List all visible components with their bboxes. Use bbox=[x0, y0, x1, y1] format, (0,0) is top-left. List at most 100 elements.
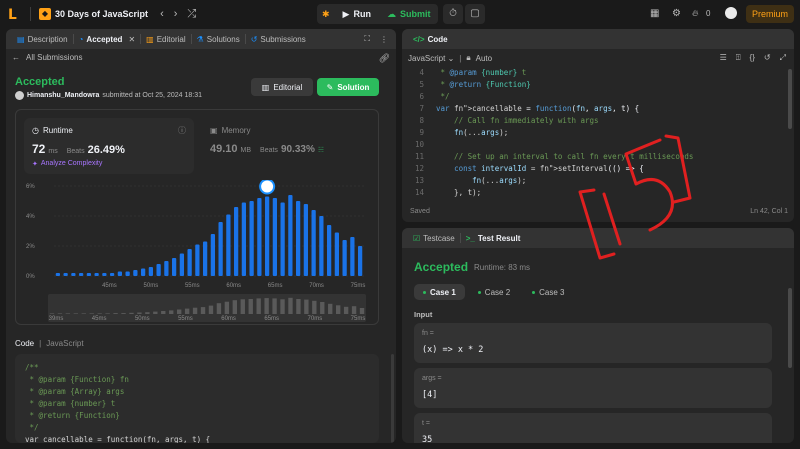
reset-icon[interactable]: ↺ bbox=[764, 53, 771, 63]
runtime-bar[interactable] bbox=[78, 273, 84, 276]
leetcode-logo-icon[interactable]: ᒪ bbox=[8, 6, 22, 22]
runtime-bar[interactable] bbox=[125, 271, 130, 277]
runtime-bar[interactable] bbox=[171, 258, 177, 276]
braces-icon[interactable]: {} bbox=[750, 53, 755, 63]
runtime-bar[interactable] bbox=[264, 196, 270, 277]
timer-icon[interactable]: ⏱ bbox=[443, 4, 463, 24]
runtime-bar[interactable] bbox=[334, 232, 340, 277]
notes-icon[interactable]: ▢ bbox=[465, 4, 485, 24]
submit-button[interactable]: ☁ Submit bbox=[379, 4, 439, 24]
runtime-bar[interactable] bbox=[148, 267, 154, 276]
runtime-bar[interactable] bbox=[257, 198, 262, 276]
user-avatar[interactable] bbox=[15, 91, 24, 100]
runtime-bar[interactable] bbox=[233, 207, 239, 276]
problem-list-title[interactable]: 30 Days of JavaScript bbox=[55, 9, 148, 19]
tab-test-result[interactable]: >_ Test Result bbox=[461, 228, 526, 248]
runtime-bar[interactable] bbox=[195, 244, 200, 277]
runtime-label: Runtime bbox=[42, 126, 73, 135]
layout-icon[interactable]: ▦ bbox=[650, 8, 659, 19]
bug-icon: ✱ bbox=[322, 8, 330, 19]
runtime-bar[interactable] bbox=[109, 273, 115, 276]
runtime-bar[interactable] bbox=[303, 204, 309, 276]
scrollbar[interactable] bbox=[391, 354, 394, 443]
case-tab-2[interactable]: Case 2 bbox=[469, 284, 519, 300]
runtime-range-slider[interactable]: 39ms 45ms 50ms 55ms 60ms 65ms 70ms 75ms bbox=[22, 294, 372, 322]
prev-problem-icon[interactable]: ‹ bbox=[160, 8, 164, 20]
format-icon[interactable]: ☰ bbox=[720, 53, 727, 63]
runtime-bar[interactable] bbox=[102, 273, 107, 276]
tab-code[interactable]: </> Code bbox=[408, 29, 453, 49]
info-icon[interactable]: ⓘ bbox=[178, 125, 186, 136]
runtime-bar[interactable] bbox=[326, 225, 332, 276]
tab-accepted[interactable]: ◔ Accepted ✕ bbox=[74, 29, 141, 49]
tab-testcase[interactable]: ☑ Testcase bbox=[408, 228, 460, 248]
runtime-bar[interactable] bbox=[94, 273, 99, 276]
bookmark-icon[interactable]: ⍐ bbox=[736, 53, 741, 63]
runtime-bar[interactable] bbox=[226, 214, 231, 277]
runtime-bar[interactable] bbox=[280, 202, 285, 277]
runtime-bar[interactable] bbox=[164, 261, 169, 276]
runtime-bar[interactable] bbox=[311, 210, 316, 276]
runtime-bar[interactable] bbox=[241, 202, 247, 277]
runtime-bar[interactable] bbox=[86, 273, 92, 276]
input-box-args[interactable]: args = [4] bbox=[414, 368, 772, 408]
streak-icon[interactable]: 🔥︎ bbox=[692, 8, 699, 19]
share-link-icon[interactable]: 🔗︎ bbox=[379, 53, 390, 64]
username[interactable]: Himanshu_Mandowra bbox=[27, 92, 99, 99]
tab-label: Description bbox=[27, 34, 68, 44]
analyze-complexity-link[interactable]: ✦ Analyze Complexity bbox=[32, 160, 102, 168]
runtime-bar[interactable] bbox=[202, 241, 208, 277]
close-icon[interactable]: ✕ bbox=[128, 35, 135, 44]
runtime-bar[interactable] bbox=[133, 270, 138, 276]
tab-submissions[interactable]: ↺ Submissions bbox=[246, 29, 311, 49]
editor-scrollbar[interactable] bbox=[788, 69, 792, 129]
runtime-bar[interactable] bbox=[117, 271, 123, 277]
debug-button[interactable]: ✱ bbox=[317, 4, 335, 24]
runtime-bar[interactable] bbox=[187, 249, 192, 276]
runtime-bar[interactable] bbox=[179, 253, 185, 277]
line-number: 6 bbox=[419, 92, 424, 101]
case-tab-1[interactable]: Case 1 bbox=[414, 284, 465, 300]
gear-icon[interactable]: ⚙ bbox=[672, 8, 681, 19]
your-submission-marker[interactable] bbox=[259, 180, 276, 195]
runtime-bar[interactable] bbox=[288, 195, 293, 276]
input-box-t[interactable]: t = 35 bbox=[414, 413, 772, 443]
tab-editorial[interactable]: ▥ Editorial bbox=[141, 29, 190, 49]
language-select[interactable]: JavaScript ⌄ bbox=[408, 54, 454, 63]
tab-description[interactable]: ▤ Description bbox=[12, 29, 73, 49]
maximize-icon[interactable]: ⛶ bbox=[364, 34, 370, 44]
avatar[interactable] bbox=[725, 7, 737, 19]
runtime-bar[interactable] bbox=[71, 273, 76, 276]
next-problem-icon[interactable]: › bbox=[174, 8, 178, 20]
auto-mode[interactable]: Auto bbox=[476, 54, 492, 63]
runtime-bar[interactable] bbox=[63, 273, 68, 276]
runtime-bar[interactable] bbox=[140, 268, 146, 277]
runtime-bar[interactable] bbox=[156, 264, 161, 276]
runtime-bar[interactable] bbox=[210, 234, 216, 276]
runtime-bar[interactable] bbox=[249, 201, 254, 276]
expand-icon[interactable]: ⤢ bbox=[780, 53, 786, 63]
back-to-submissions[interactable]: ← All Submissions bbox=[12, 53, 82, 62]
memory-heading[interactable]: ▣ Memory bbox=[210, 126, 250, 135]
runtime-bar[interactable] bbox=[272, 198, 278, 276]
run-button[interactable]: ▶ Run bbox=[335, 4, 379, 24]
runtime-bar[interactable] bbox=[218, 222, 223, 276]
mini-bar bbox=[288, 297, 293, 314]
editorial-button[interactable]: ▥ Editorial bbox=[251, 78, 313, 96]
submitted-code-block[interactable]: /** * @param {Function} fn * @param {Arr… bbox=[15, 354, 379, 443]
more-icon[interactable]: ⋮ bbox=[380, 35, 388, 44]
solution-button[interactable]: ✎ Solution bbox=[317, 78, 379, 96]
runtime-bar[interactable] bbox=[357, 246, 363, 276]
runtime-bar[interactable] bbox=[295, 201, 301, 276]
runtime-bar[interactable] bbox=[342, 240, 347, 276]
runtime-bar[interactable] bbox=[319, 216, 324, 276]
runtime-bar[interactable] bbox=[350, 237, 355, 276]
shuffle-icon[interactable]: ⤮ bbox=[187, 8, 196, 21]
case-tab-3[interactable]: Case 3 bbox=[523, 284, 573, 300]
result-scrollbar[interactable] bbox=[788, 288, 792, 368]
runtime-box[interactable]: ◷ Runtime ⓘ 72 ms Beats 26.49% ✦ Analyze C… bbox=[24, 118, 194, 174]
premium-button[interactable]: Premium bbox=[746, 5, 794, 23]
input-box-fn[interactable]: fn = (x) => x * 2 bbox=[414, 323, 772, 363]
runtime-bar[interactable] bbox=[55, 273, 61, 276]
tab-solutions[interactable]: ⚗ Solutions bbox=[192, 29, 245, 49]
